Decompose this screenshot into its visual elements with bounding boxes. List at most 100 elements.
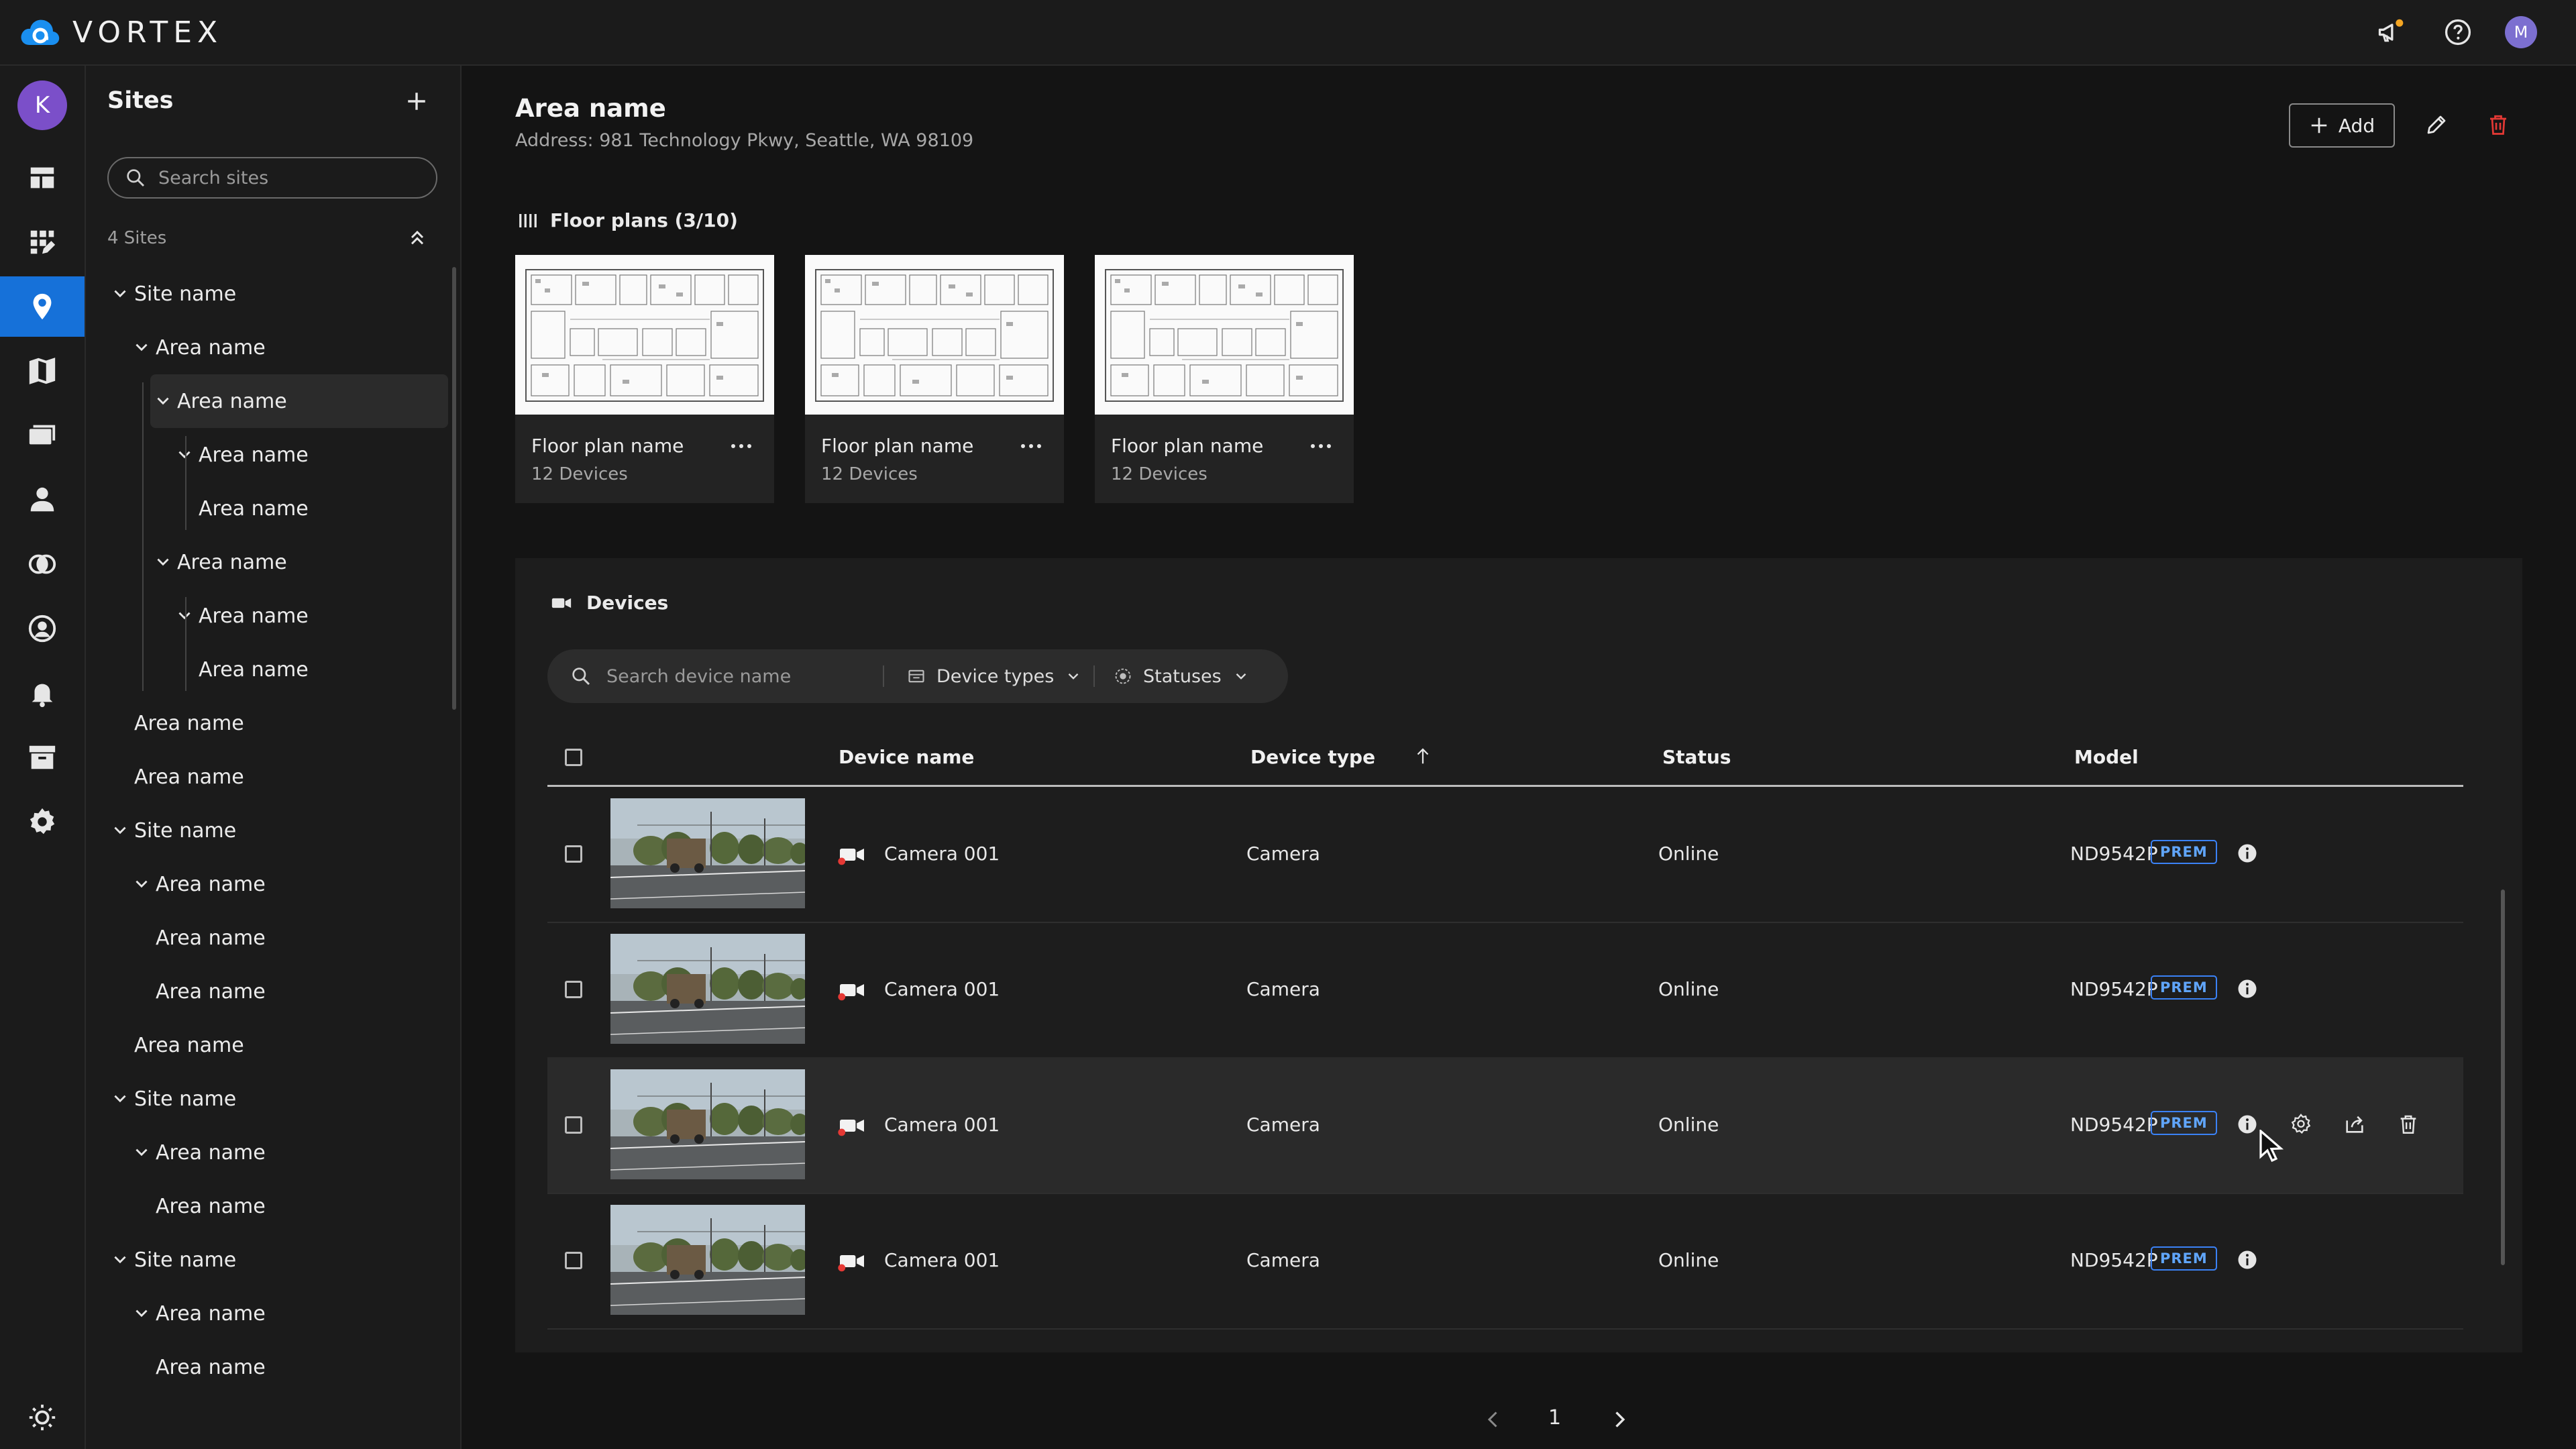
tree-item[interactable]: Area name xyxy=(150,374,448,428)
tree-chevron[interactable] xyxy=(111,1090,134,1108)
device-name[interactable]: Camera 001 xyxy=(884,1249,1000,1271)
floor-plan-image[interactable] xyxy=(515,255,774,415)
archive-icon[interactable] xyxy=(0,727,85,788)
column-device-type[interactable]: Device type xyxy=(1250,746,1375,768)
tree-item[interactable]: Area name xyxy=(133,1287,266,1340)
add-button[interactable]: Add xyxy=(2289,103,2395,148)
tree-item[interactable]: Site name xyxy=(111,267,236,321)
tree-chevron[interactable] xyxy=(133,1144,156,1161)
tree-chevron[interactable] xyxy=(154,553,177,571)
info-icon[interactable] xyxy=(2235,841,2259,865)
more-options-icon[interactable] xyxy=(723,428,759,464)
account-circle-icon[interactable] xyxy=(0,598,85,659)
device-search-input[interactable]: Search device name xyxy=(570,649,791,703)
announcement-icon[interactable] xyxy=(2376,17,2406,47)
info-icon[interactable] xyxy=(2235,1248,2259,1272)
tree-item[interactable]: Area name xyxy=(133,321,266,374)
device-name[interactable]: Camera 001 xyxy=(884,1114,1000,1136)
collapse-all-button[interactable] xyxy=(404,224,431,251)
select-all-checkbox[interactable] xyxy=(565,749,582,766)
device-thumbnail[interactable] xyxy=(610,1205,805,1315)
floor-plan-card[interactable]: Floor plan name 12 Devices xyxy=(515,255,774,503)
tree-chevron[interactable] xyxy=(111,822,134,839)
tree-item[interactable]: Area name xyxy=(176,482,309,535)
floor-plan-image[interactable] xyxy=(805,255,1064,415)
theme-toggle-icon[interactable] xyxy=(25,1401,59,1434)
tree-chevron[interactable] xyxy=(133,875,156,893)
tree-chevron[interactable] xyxy=(176,607,199,625)
tree-item[interactable]: Area name xyxy=(133,1126,266,1179)
widgets-edit-icon[interactable] xyxy=(0,212,85,272)
info-icon[interactable] xyxy=(2235,1112,2259,1136)
device-name[interactable]: Camera 001 xyxy=(884,843,1000,865)
remove-device-icon[interactable] xyxy=(2395,1111,2422,1138)
tree-item[interactable]: Site name xyxy=(111,1072,236,1126)
tree-item[interactable]: Area name xyxy=(133,911,266,965)
sites-search-input[interactable]: Search sites xyxy=(107,157,437,199)
video-wall-icon[interactable] xyxy=(0,405,85,466)
statuses-dropdown[interactable]: Statuses xyxy=(1114,649,1250,703)
tree-item[interactable]: Area name xyxy=(154,535,287,589)
row-checkbox[interactable] xyxy=(565,845,582,863)
tree-item[interactable]: Area name xyxy=(133,1340,266,1394)
device-settings-icon[interactable] xyxy=(2288,1111,2314,1138)
tree-item[interactable]: Area name xyxy=(176,589,309,643)
column-status[interactable]: Status xyxy=(1662,746,1731,768)
row-checkbox[interactable] xyxy=(565,981,582,998)
add-site-button[interactable] xyxy=(400,85,433,118)
row-checkbox[interactable] xyxy=(565,1252,582,1269)
table-row[interactable]: Camera 001 Camera Online ND9542P PREM xyxy=(547,786,2463,923)
column-model[interactable]: Model xyxy=(2074,746,2139,768)
tree-chevron[interactable] xyxy=(111,285,134,303)
info-icon[interactable] xyxy=(2235,977,2259,1001)
tree-item[interactable]: Area name xyxy=(133,1179,266,1233)
device-name[interactable]: Camera 001 xyxy=(884,978,1000,1000)
tree-item[interactable]: Site name xyxy=(111,1233,236,1287)
tree-item[interactable]: Area name xyxy=(133,857,266,911)
sites-scrollbar[interactable] xyxy=(452,267,456,710)
tree-item[interactable]: Area name xyxy=(111,750,244,804)
chevron-left-icon[interactable] xyxy=(1481,1407,1505,1432)
move-device-icon[interactable] xyxy=(2341,1111,2368,1138)
person-icon[interactable] xyxy=(0,470,85,530)
edit-button[interactable] xyxy=(2419,107,2454,142)
tree-item[interactable]: Site name xyxy=(111,804,236,857)
integrations-icon[interactable] xyxy=(0,534,85,594)
chevron-right-icon[interactable] xyxy=(1607,1407,1631,1432)
tree-item[interactable]: Area name xyxy=(176,428,309,482)
sort-ascending-icon[interactable] xyxy=(1413,745,1433,767)
table-row[interactable]: Camera 001 Camera Online ND9542P PREM xyxy=(547,1057,2463,1194)
page-number[interactable]: 1 xyxy=(1548,1406,1561,1430)
tree-item[interactable]: Area name xyxy=(111,1018,244,1072)
user-avatar[interactable]: M xyxy=(2505,16,2537,48)
help-icon[interactable] xyxy=(2443,17,2473,47)
tree-chevron[interactable] xyxy=(111,1251,134,1269)
delete-button[interactable] xyxy=(2481,107,2516,142)
column-device-name[interactable]: Device name xyxy=(839,746,974,768)
device-thumbnail[interactable] xyxy=(610,1069,805,1179)
tree-chevron[interactable] xyxy=(133,1305,156,1322)
floor-plan-image[interactable] xyxy=(1095,255,1354,415)
tree-chevron[interactable] xyxy=(133,339,156,356)
tree-item[interactable]: Area name xyxy=(111,696,244,750)
device-types-dropdown[interactable]: Device types xyxy=(907,649,1082,703)
tree-item[interactable]: Area name xyxy=(176,643,309,696)
bell-icon[interactable] xyxy=(0,663,85,723)
settings-icon[interactable] xyxy=(0,792,85,852)
table-row[interactable]: Camera 001 Camera Online ND9542P PREM xyxy=(547,1193,2463,1330)
tree-item[interactable]: Area name xyxy=(133,965,266,1018)
account-avatar[interactable]: K xyxy=(17,80,67,130)
more-options-icon[interactable] xyxy=(1303,428,1339,464)
device-thumbnail[interactable] xyxy=(610,934,805,1044)
device-thumbnail[interactable] xyxy=(610,798,805,908)
row-checkbox[interactable] xyxy=(565,1116,582,1134)
map-icon[interactable] xyxy=(0,341,85,401)
table-scrollbar[interactable] xyxy=(2501,890,2505,1265)
tree-chevron[interactable] xyxy=(154,392,177,410)
more-options-icon[interactable] xyxy=(1013,428,1049,464)
dashboard-icon[interactable] xyxy=(0,148,85,208)
tree-chevron[interactable] xyxy=(176,446,199,464)
location-pin-icon[interactable] xyxy=(0,276,85,337)
logo[interactable]: VORTEX xyxy=(19,15,223,50)
floor-plan-card[interactable]: Floor plan name 12 Devices xyxy=(805,255,1064,503)
